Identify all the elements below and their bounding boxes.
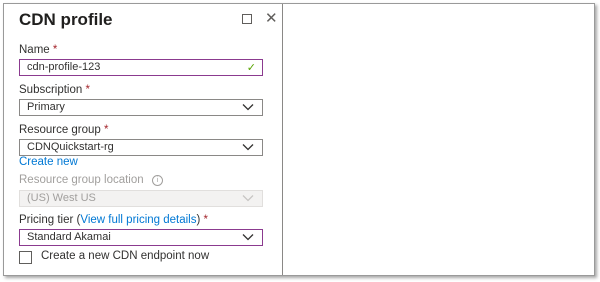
info-icon[interactable]: i	[151, 175, 163, 186]
required-marker: *	[52, 44, 58, 56]
pricing-tier-label: Pricing tier (View full pricing details)…	[19, 214, 209, 226]
chevron-down-icon	[242, 104, 254, 111]
maximize-icon[interactable]	[242, 14, 252, 24]
chevron-down-icon	[242, 195, 254, 202]
name-input[interactable]: cdn-profile-123 ✓	[19, 59, 263, 76]
chevron-down-icon	[242, 234, 254, 241]
chevron-down-icon	[242, 144, 254, 151]
resource-group-label: Resource group *	[19, 124, 109, 136]
required-marker: *	[85, 84, 90, 96]
subscription-label: Subscription *	[19, 84, 90, 96]
pricing-tier-select[interactable]: Standard Akamai	[19, 229, 263, 246]
name-label: Name *	[19, 44, 58, 56]
view-pricing-link[interactable]: View full pricing details	[80, 214, 196, 226]
create-new-link[interactable]: Create new	[19, 156, 78, 168]
checkmark-icon: ✓	[246, 62, 256, 74]
resource-group-location-select: (US) West US	[19, 190, 263, 207]
resource-group-location-label: Resource group location i	[19, 174, 163, 186]
create-endpoint-label[interactable]: Create a new CDN endpoint now	[41, 250, 209, 262]
resource-group-select[interactable]: CDNQuickstart-rg	[19, 139, 263, 156]
required-marker: *	[104, 124, 109, 136]
panel-title: CDN profile	[19, 10, 113, 29]
required-marker: *	[203, 214, 209, 226]
cdn-profile-panel: CDN profile ✕ Name * cdn-profile-123 ✓ S…	[4, 4, 283, 275]
subscription-select[interactable]: Primary	[19, 99, 263, 116]
create-endpoint-checkbox[interactable]	[19, 251, 32, 264]
close-icon[interactable]: ✕	[265, 11, 278, 26]
